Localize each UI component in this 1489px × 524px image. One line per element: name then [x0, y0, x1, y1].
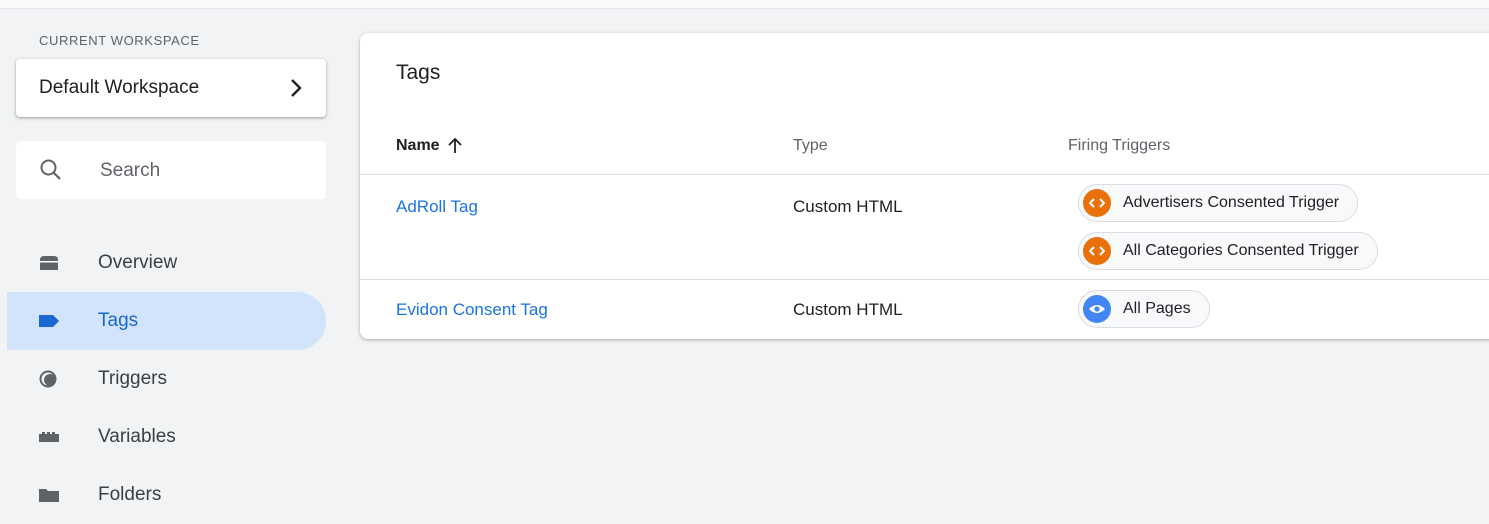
sidebar-item-label: Folders: [98, 484, 162, 505]
column-header-type[interactable]: Type: [793, 137, 828, 155]
sidebar: CURRENT WORKSPACE Default Workspace Over…: [0, 8, 345, 520]
workspace-name: Default Workspace: [39, 77, 200, 98]
column-header-name[interactable]: Name: [396, 137, 462, 155]
search-input[interactable]: [98, 156, 312, 186]
tag-name-link[interactable]: AdRoll Tag: [396, 197, 478, 217]
trigger-icon: [39, 370, 57, 388]
tags-card: Tags Name Type Firing Triggers AdRoll Ta…: [360, 33, 1489, 339]
folder-icon: [39, 489, 59, 502]
sidebar-nav: Overview Tags Triggers Variables Folders: [0, 234, 345, 524]
tag-icon: [39, 315, 59, 327]
sidebar-item-label: Tags: [98, 310, 139, 331]
eye-icon: [1083, 295, 1111, 323]
trigger-chip[interactable]: All Pages: [1078, 290, 1210, 328]
trigger-chip[interactable]: All Categories Consented Trigger: [1078, 232, 1378, 270]
sidebar-item-overview[interactable]: Overview: [0, 234, 326, 292]
sidebar-item-folders[interactable]: Folders: [0, 466, 326, 524]
workspace-section-label: CURRENT WORKSPACE: [39, 33, 200, 48]
table-row: Evidon Consent Tag Custom HTML All Pages: [360, 280, 1489, 339]
sidebar-item-label: Overview: [98, 252, 178, 273]
sidebar-item-variables[interactable]: Variables: [0, 408, 326, 466]
overview-icon: [40, 256, 58, 270]
arrow-up-icon: [447, 138, 462, 153]
tag-type: Custom HTML: [793, 300, 903, 319]
search-box[interactable]: [16, 141, 326, 199]
table-row: AdRoll Tag Custom HTML Advertisers Conse…: [360, 175, 1489, 280]
search-icon: [40, 159, 61, 180]
trigger-chip-label: All Pages: [1123, 300, 1191, 317]
page-title: Tags: [396, 61, 441, 84]
tag-type: Custom HTML: [793, 197, 903, 216]
sidebar-item-tags[interactable]: Tags: [7, 292, 326, 350]
column-header-firing-triggers[interactable]: Firing Triggers: [1068, 137, 1170, 155]
sidebar-item-triggers[interactable]: Triggers: [0, 350, 326, 408]
trigger-chip-label: Advertisers Consented Trigger: [1123, 194, 1340, 211]
table-header: Name Type Firing Triggers: [360, 132, 1489, 175]
custom-code-icon: [1083, 237, 1111, 265]
workspace-selector[interactable]: Default Workspace: [16, 59, 326, 117]
column-header-label: Name: [396, 137, 440, 154]
sidebar-item-label: Variables: [98, 426, 176, 447]
trigger-chip[interactable]: Advertisers Consented Trigger: [1078, 184, 1359, 222]
variables-icon: [39, 432, 59, 442]
chevron-right-icon: [291, 79, 302, 97]
custom-code-icon: [1083, 189, 1111, 217]
sidebar-item-label: Triggers: [98, 368, 167, 389]
tag-name-link[interactable]: Evidon Consent Tag: [396, 300, 548, 320]
trigger-chip-label: All Categories Consented Trigger: [1123, 242, 1359, 259]
